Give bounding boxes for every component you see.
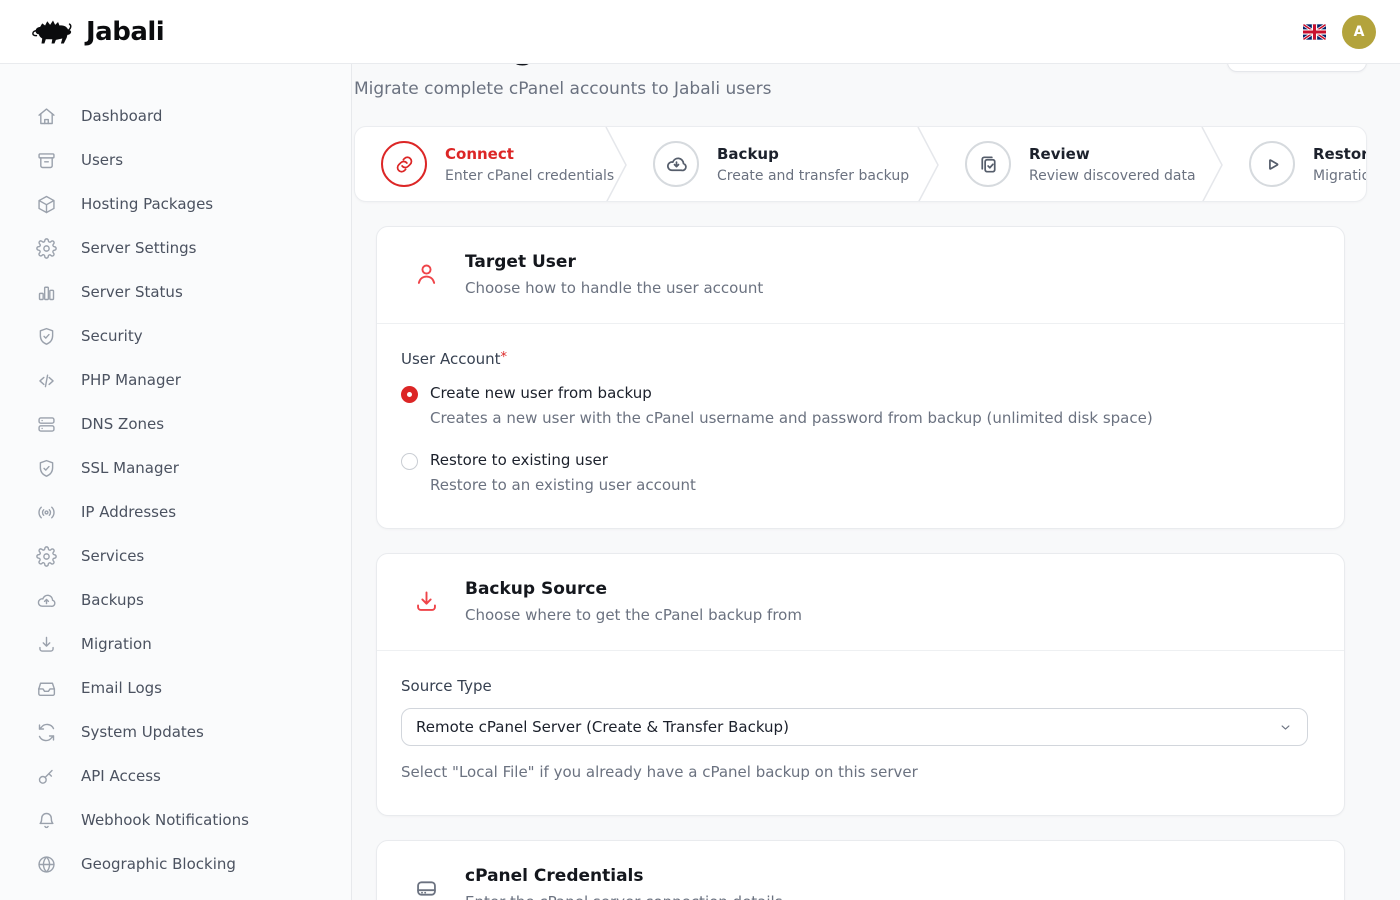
brand: Jabali — [30, 16, 164, 48]
refresh-icon — [36, 722, 57, 743]
archive-icon — [36, 150, 57, 171]
hard-drive-icon — [413, 875, 440, 900]
step-restore: Restore Migration progress — [1223, 127, 1367, 201]
migration-step-wizard: Connect Enter cPanel credentials Backup … — [354, 126, 1367, 202]
globe-icon — [36, 854, 57, 875]
key-icon — [36, 766, 57, 787]
user-avatar[interactable]: A — [1342, 15, 1376, 49]
card-title: Backup Source — [465, 579, 802, 599]
sidebar-item-api-access[interactable]: API Access — [0, 754, 351, 798]
card-subtitle: Choose how to handle the user account — [465, 279, 763, 297]
sidebar-item-label: Users — [81, 151, 123, 169]
sidebar-item-label: API Access — [81, 767, 161, 785]
download-icon — [36, 634, 57, 655]
language-flag-icon[interactable] — [1303, 24, 1326, 40]
sidebar-item-migration[interactable]: Migration — [0, 622, 351, 666]
card-subtitle: Choose where to get the cPanel backup fr… — [465, 606, 802, 624]
home-icon — [36, 106, 57, 127]
radio-control[interactable] — [401, 386, 418, 403]
sidebar-item-label: DNS Zones — [81, 415, 164, 433]
download-icon — [413, 588, 440, 615]
user-account-label: User Account* — [401, 350, 1308, 368]
gear-icon — [36, 238, 57, 259]
sidebar-item-label: Server Status — [81, 283, 183, 301]
broadcast-icon — [36, 502, 57, 523]
sidebar-item-system-updates[interactable]: System Updates — [0, 710, 351, 754]
sidebar-item-hosting-packages[interactable]: Hosting Packages — [0, 182, 351, 226]
sidebar-item-server-settings[interactable]: Server Settings — [0, 226, 351, 270]
sidebar-item-label: PHP Manager — [81, 371, 181, 389]
brand-name: Jabali — [86, 17, 164, 47]
sidebar-item-ip-addresses[interactable]: IP Addresses — [0, 490, 351, 534]
sidebar-item-label: Security — [81, 327, 143, 345]
sidebar-item-label: Migration — [81, 635, 152, 653]
backup-source-card: Backup Source Choose where to get the cP… — [376, 553, 1345, 816]
bar-chart-icon — [36, 282, 57, 303]
package-icon — [36, 194, 57, 215]
shield-check-icon — [36, 458, 57, 479]
radio-option-restore-to-existing-user[interactable]: Restore to existing user Restore to an e… — [401, 451, 1308, 494]
chevron-down-icon — [1278, 720, 1293, 735]
sidebar-item-users[interactable]: Users — [0, 138, 351, 182]
step-separator-chevron — [917, 127, 939, 202]
cpanel-credentials-card: cPanel Credentials Enter the cPanel serv… — [376, 840, 1345, 900]
page-subtitle: Migrate complete cPanel accounts to Jaba… — [354, 79, 771, 99]
sidebar-item-label: Hosting Packages — [81, 195, 213, 213]
sidebar-item-label: Webhook Notifications — [81, 811, 249, 829]
server-icon — [36, 414, 57, 435]
play-icon — [1249, 141, 1295, 187]
source-type-label: Source Type — [401, 677, 1308, 695]
target-user-card: Target User Choose how to handle the use… — [376, 226, 1345, 529]
card-subtitle: Enter the cPanel server connection detai… — [465, 893, 783, 900]
sidebar-item-label: Geographic Blocking — [81, 855, 236, 873]
source-type-helper: Select "Local File" if you already have … — [401, 763, 1308, 781]
sidebar-item-label: Backups — [81, 591, 144, 609]
radio-option-create-new-user-from-backup[interactable]: Create new user from backup Creates a ne… — [401, 384, 1308, 427]
card-title: cPanel Credentials — [465, 866, 783, 886]
step-connect: Connect Enter cPanel credentials — [355, 127, 605, 201]
sidebar-item-label: Services — [81, 547, 144, 565]
sidebar-item-label: Email Logs — [81, 679, 162, 697]
sidebar-item-services[interactable]: Services — [0, 534, 351, 578]
required-asterisk: * — [501, 350, 508, 365]
sidebar-item-dns-zones[interactable]: DNS Zones — [0, 402, 351, 446]
gear-icon — [36, 546, 57, 567]
sidebar-item-webhook-notifications[interactable]: Webhook Notifications — [0, 798, 351, 842]
sidebar-item-dashboard[interactable]: Dashboard — [0, 94, 351, 138]
app-header: Jabali A — [0, 0, 1400, 64]
bell-icon — [36, 810, 57, 831]
step-separator-chevron — [1201, 127, 1223, 202]
code-icon — [36, 370, 57, 391]
sidebar-item-label: Server Settings — [81, 239, 196, 257]
cloud-upload-icon — [36, 590, 57, 611]
sidebar-item-label: System Updates — [81, 723, 204, 741]
sidebar-item-server-status[interactable]: Server Status — [0, 270, 351, 314]
shield-check-icon — [36, 326, 57, 347]
sidebar: Dashboard Users Hosting Packages Server … — [0, 64, 352, 900]
sidebar-item-label: SSL Manager — [81, 459, 179, 477]
clipboard-check-icon — [965, 141, 1011, 187]
source-type-select[interactable]: Remote cPanel Server (Create & Transfer … — [401, 708, 1308, 746]
sidebar-item-security[interactable]: Security — [0, 314, 351, 358]
step-review: Review Review discovered data — [939, 127, 1201, 201]
inbox-icon — [36, 678, 57, 699]
user-account-radio-group: Create new user from backup Creates a ne… — [401, 384, 1308, 494]
sidebar-item-php-manager[interactable]: PHP Manager — [0, 358, 351, 402]
sidebar-item-ssl-manager[interactable]: SSL Manager — [0, 446, 351, 490]
sidebar-item-label: Dashboard — [81, 107, 162, 125]
step-backup: Backup Create and transfer backup — [627, 127, 917, 201]
sidebar-item-geographic-blocking[interactable]: Geographic Blocking — [0, 842, 351, 886]
card-title: Target User — [465, 252, 763, 272]
main-content: cPanel Migration Migrate complete cPanel… — [353, 0, 1400, 900]
person-icon — [413, 261, 440, 288]
radio-control[interactable] — [401, 453, 418, 470]
sidebar-item-email-logs[interactable]: Email Logs — [0, 666, 351, 710]
sidebar-item-backups[interactable]: Backups — [0, 578, 351, 622]
step-separator-chevron — [605, 127, 627, 202]
cloud-download-icon — [653, 141, 699, 187]
sidebar-item-label: IP Addresses — [81, 503, 176, 521]
boar-logo-icon — [30, 16, 76, 48]
link-icon — [381, 141, 427, 187]
